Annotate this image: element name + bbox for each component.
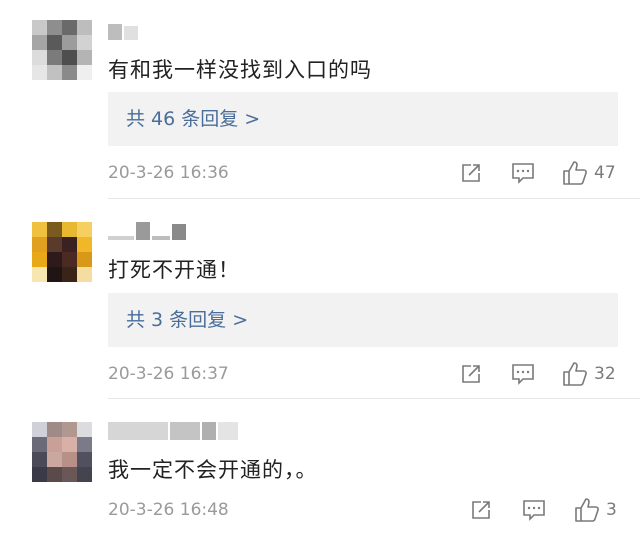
comment-3: 我一定不会开通的，。 20-3-26 16:48 3 [0,0,640,537]
timestamp: 20-3-26 16:48 [108,500,229,520]
like-count: 3 [606,500,617,520]
comment-text: 我一定不会开通的，。 [108,458,318,482]
thumbs-up-icon [575,498,599,522]
share-button[interactable] [470,499,492,521]
comment-icon [523,500,545,521]
like-button[interactable]: 3 [574,497,617,523]
comment-button[interactable] [522,499,546,521]
share-icon [472,501,490,519]
avatar[interactable] [32,422,92,482]
username-blurred[interactable] [108,418,238,440]
